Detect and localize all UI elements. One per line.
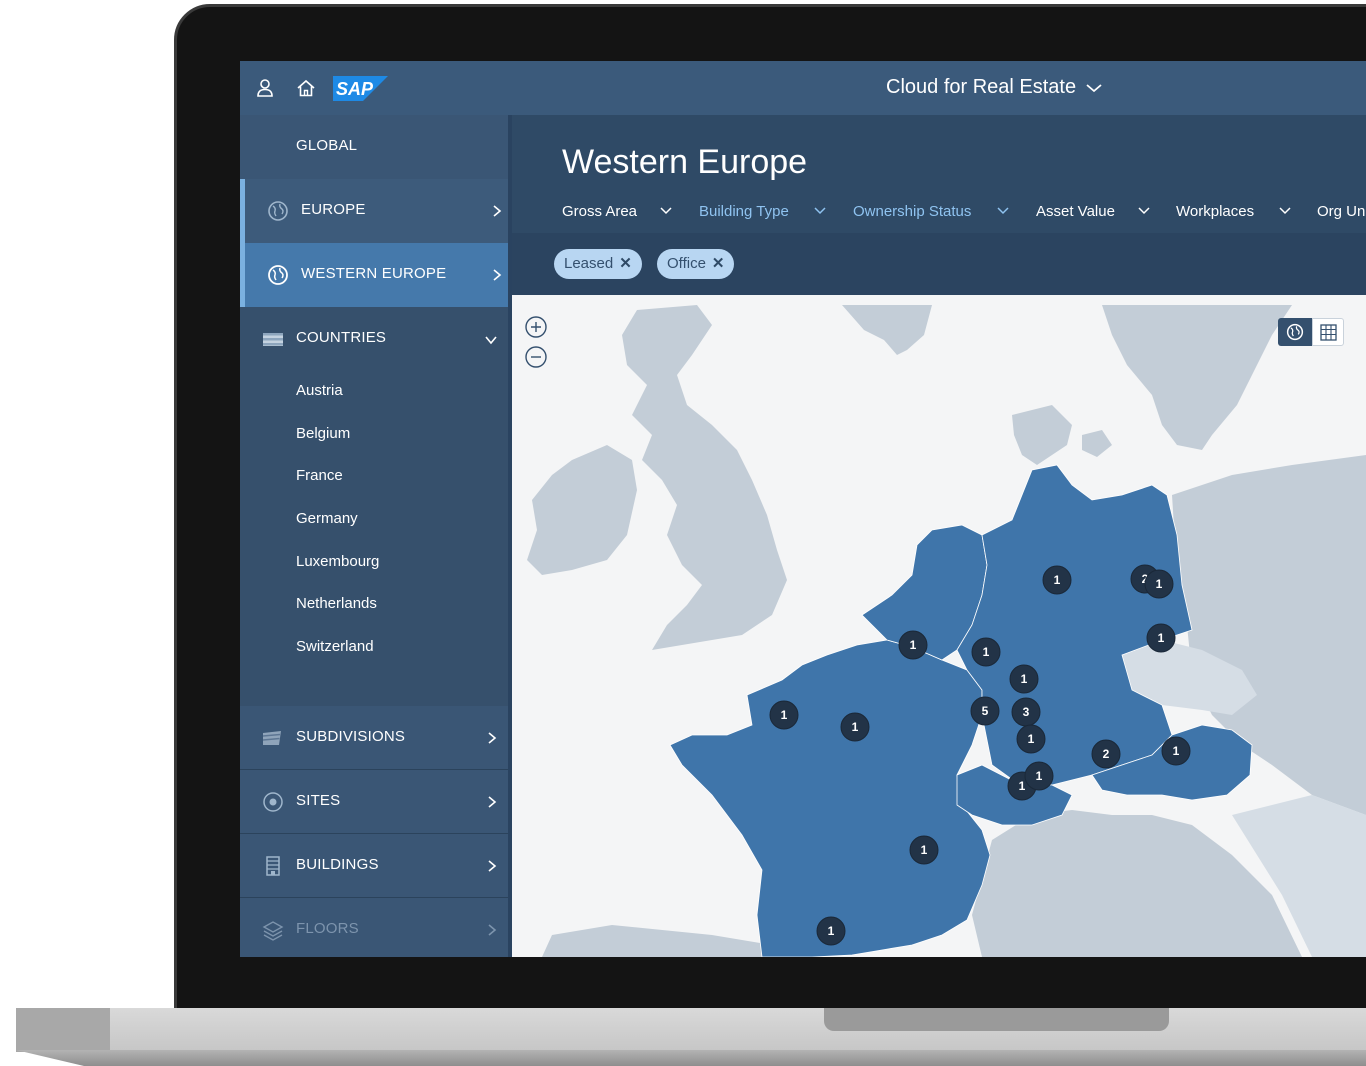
chevron-down-icon[interactable] xyxy=(1138,207,1150,215)
chevron-right-icon xyxy=(488,924,497,936)
filter-label: Building Type xyxy=(699,203,789,220)
flag-icon xyxy=(262,731,281,745)
table-view-button[interactable] xyxy=(1312,318,1344,346)
sidebar-item-label: GLOBAL xyxy=(296,137,358,154)
chevron-right-icon xyxy=(493,269,502,281)
flag-icon xyxy=(263,333,283,346)
filter-gross-area[interactable]: Gross Area xyxy=(562,203,637,220)
shell-bar: SAP Cloud for Real Estate xyxy=(240,61,1366,115)
country-france[interactable]: France xyxy=(296,467,343,484)
filter-label: Ownership Status xyxy=(853,203,972,220)
filter-workplaces[interactable]: Workplaces xyxy=(1176,203,1254,220)
laptop-base-edge xyxy=(16,1008,110,1052)
chip-label: Leased xyxy=(564,255,614,272)
land-france xyxy=(669,639,991,957)
sap-logo-text: SAP xyxy=(336,79,374,99)
land-spain xyxy=(542,925,792,957)
chevron-right-icon xyxy=(488,860,497,872)
table-icon xyxy=(1320,324,1337,341)
filter-label: Asset Value xyxy=(1036,203,1115,220)
close-icon[interactable]: ✕ xyxy=(712,249,725,279)
filter-asset-value[interactable]: Asset Value xyxy=(1036,203,1115,220)
person-icon[interactable] xyxy=(254,77,276,99)
layers-icon xyxy=(262,921,284,941)
filter-chip-leased[interactable]: Leased ✕ xyxy=(554,249,642,279)
country-germany[interactable]: Germany xyxy=(296,510,358,527)
sidebar-item-label: FLOORS xyxy=(296,920,359,937)
minus-circle-icon[interactable] xyxy=(524,345,548,369)
land-germany xyxy=(956,464,1193,786)
filter-label: Gross Area xyxy=(562,203,638,220)
land-sweden xyxy=(1102,305,1292,450)
filter-ownership-status[interactable]: Ownership Status xyxy=(853,203,971,220)
land-great-britain xyxy=(622,305,787,650)
home-icon[interactable] xyxy=(295,77,317,99)
sidebar-item-label: SITES xyxy=(296,792,341,809)
chevron-down-icon[interactable] xyxy=(997,207,1009,215)
europe-map[interactable] xyxy=(512,295,1366,957)
location-icon xyxy=(263,792,283,812)
filter-label: Org Un xyxy=(1317,203,1366,220)
close-icon[interactable]: ✕ xyxy=(619,249,632,279)
filter-label: Workplaces xyxy=(1176,203,1255,220)
map-view-button[interactable] xyxy=(1278,318,1312,346)
sidebar-item-europe[interactable]: EUROPE xyxy=(240,179,508,243)
filter-building-type[interactable]: Building Type xyxy=(699,203,789,220)
chevron-right-icon xyxy=(493,205,502,217)
view-toggle xyxy=(1278,318,1358,348)
sidebar-item-western-europe[interactable]: WESTERN EUROPE xyxy=(240,243,508,307)
building-icon xyxy=(266,856,280,876)
land-zealand xyxy=(1082,430,1112,457)
laptop-hinge-notch xyxy=(824,1008,1169,1031)
chevron-down-icon[interactable] xyxy=(1279,207,1291,215)
country-luxembourg[interactable]: Luxembourg xyxy=(296,553,379,570)
sidebar-item-sites[interactable]: SITES xyxy=(240,770,508,834)
page-title: Western Europe xyxy=(562,143,808,181)
sap-logo[interactable]: SAP xyxy=(333,76,388,101)
app-screen: SAP Cloud for Real Estate GLOBAL EUROPE xyxy=(240,61,1366,957)
chevron-right-icon xyxy=(488,796,497,808)
sidebar-item-countries[interactable]: COUNTRIES xyxy=(240,307,508,371)
chevron-down-icon xyxy=(485,336,497,345)
sidebar-item-label: COUNTRIES xyxy=(296,329,387,346)
country-switzerland[interactable]: Switzerland xyxy=(296,638,374,655)
plus-circle-icon[interactable] xyxy=(524,315,548,339)
land-ireland xyxy=(527,445,637,575)
chevron-right-icon xyxy=(488,732,497,744)
chevron-down-icon[interactable] xyxy=(660,207,672,215)
chevron-down-icon[interactable] xyxy=(1085,82,1103,94)
sidebar-item-global[interactable]: GLOBAL xyxy=(240,115,508,179)
laptop-base-lip xyxy=(16,1050,1366,1066)
countries-list: Austria Belgium France Germany Luxembour… xyxy=(240,371,508,759)
sidebar-item-floors[interactable]: FLOORS xyxy=(240,898,508,957)
land-denmark xyxy=(1012,405,1072,465)
sidebar: GLOBAL EUROPE WESTERN EUROPE COUNTRIES A… xyxy=(240,115,510,957)
map-view[interactable]: 121111153121111111 xyxy=(512,295,1366,957)
country-austria[interactable]: Austria xyxy=(296,382,343,399)
globe-icon xyxy=(268,265,288,285)
sidebar-item-label: EUROPE xyxy=(301,201,366,218)
app-title[interactable]: Cloud for Real Estate xyxy=(886,76,1076,99)
sidebar-item-buildings[interactable]: BUILDINGS xyxy=(240,834,508,898)
country-belgium[interactable]: Belgium xyxy=(296,425,350,442)
country-netherlands[interactable]: Netherlands xyxy=(296,595,377,612)
globe-icon xyxy=(268,201,288,221)
filter-chip-office[interactable]: Office ✕ xyxy=(657,249,735,279)
globe-icon xyxy=(1286,323,1304,341)
sidebar-item-subdivisions[interactable]: SUBDIVISIONS xyxy=(240,706,508,770)
chip-label: Office xyxy=(667,255,706,272)
sidebar-item-label: SUBDIVISIONS xyxy=(296,728,406,745)
land-norway xyxy=(842,305,932,355)
chevron-down-icon[interactable] xyxy=(814,207,826,215)
filter-org-unit[interactable]: Org Un xyxy=(1317,203,1365,220)
sidebar-item-label: WESTERN EUROPE xyxy=(301,265,447,282)
sidebar-item-label: BUILDINGS xyxy=(296,856,379,873)
